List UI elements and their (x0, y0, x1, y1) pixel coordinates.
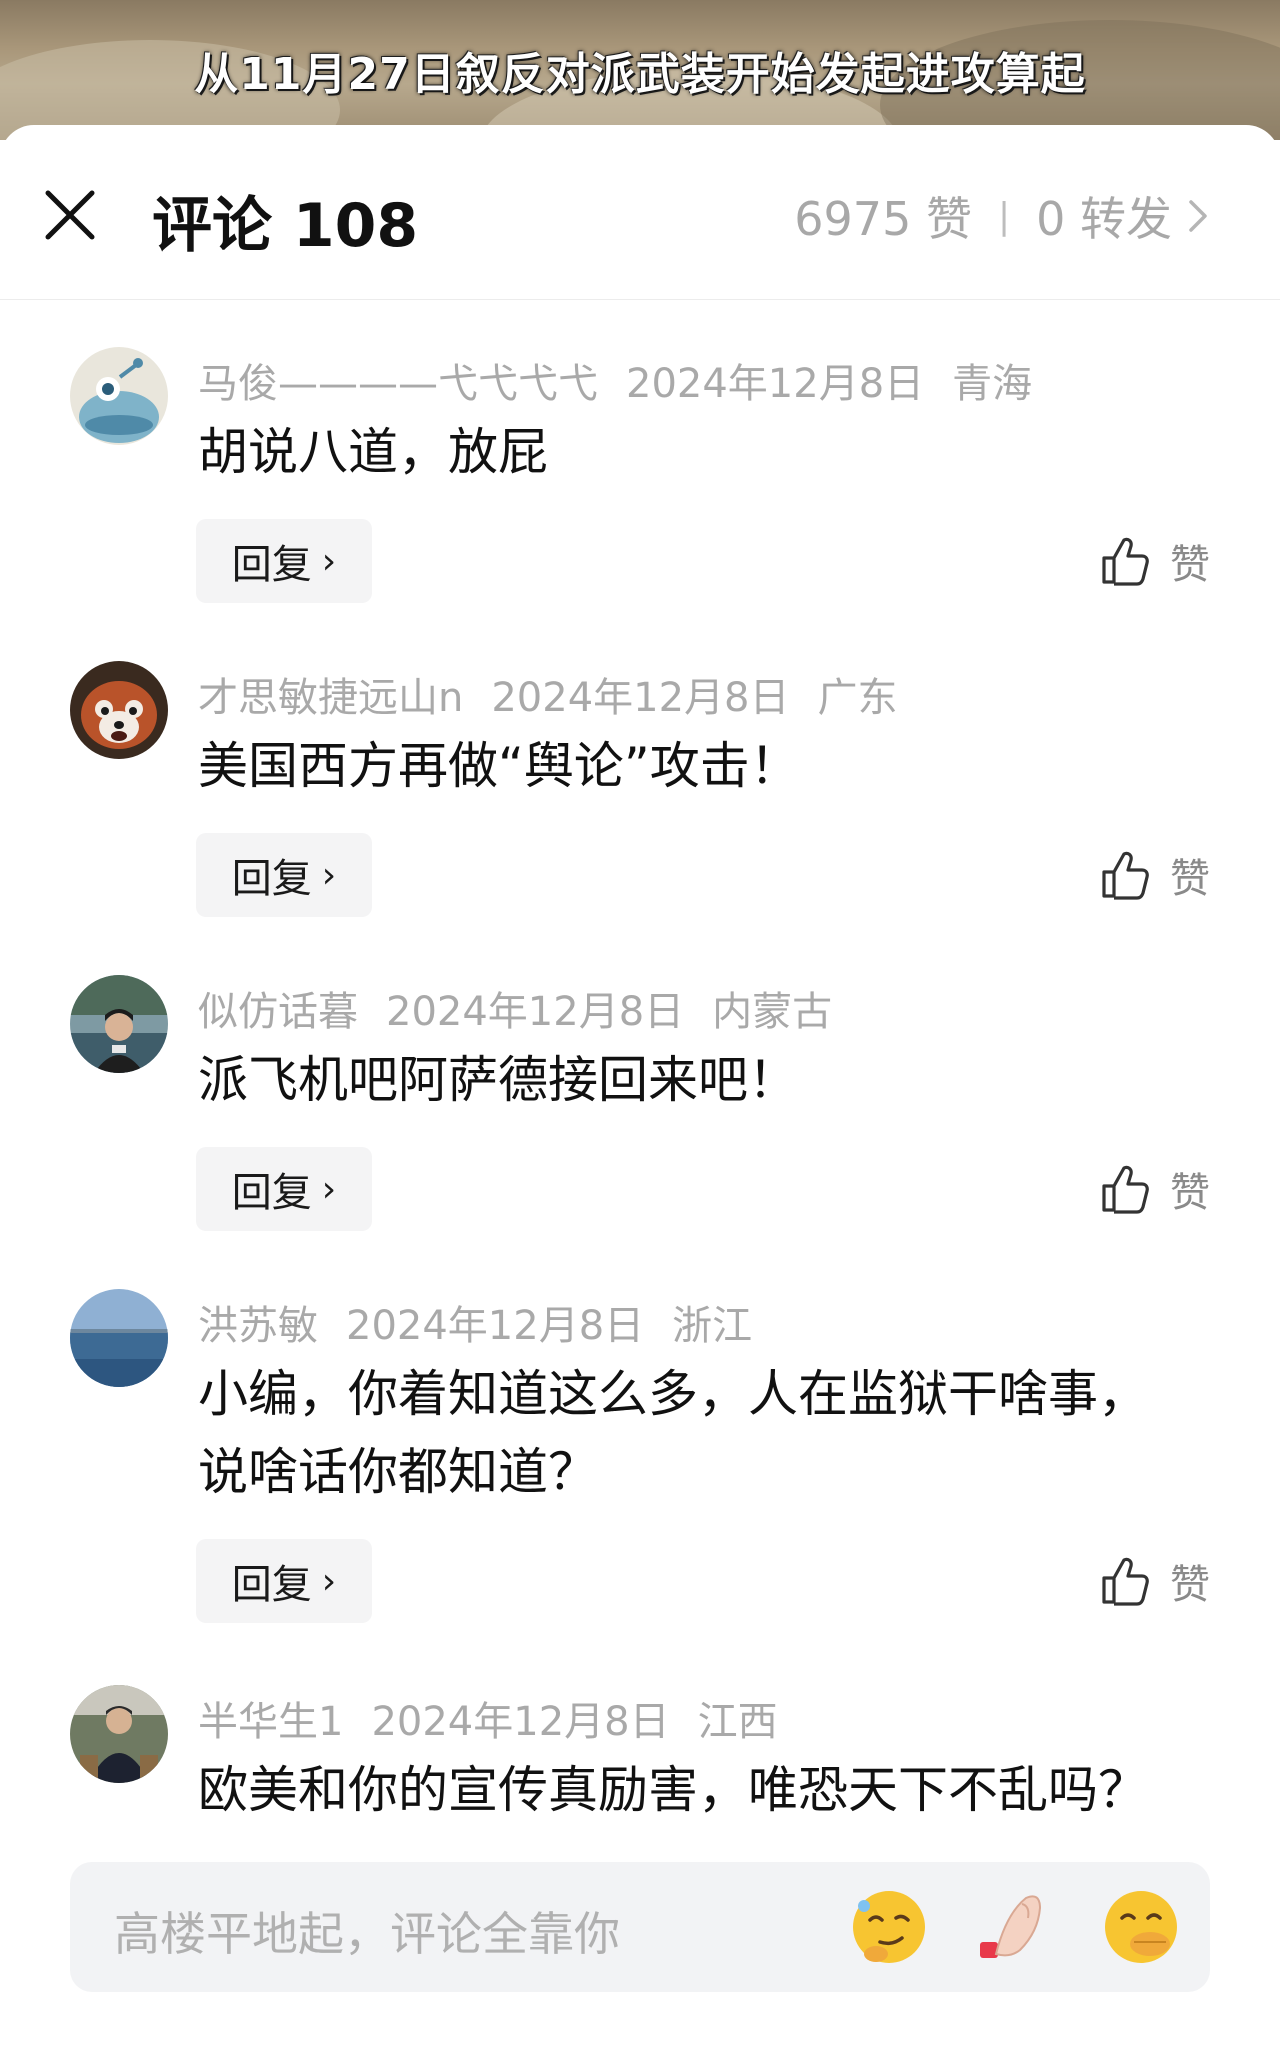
reply-label: 回复 (231, 1562, 312, 1608)
chevron-right-icon: › (321, 1560, 337, 1602)
comment-meta: 马俊————弋弋弋弋 2024年12月8日 青海 (198, 351, 1060, 409)
comment-date: 2024年12月8日 (386, 989, 685, 1035)
avatar[interactable] (70, 661, 168, 759)
username[interactable]: 洪苏敏 (198, 1303, 318, 1349)
emoji-hand-over-mouth-button[interactable] (1098, 1884, 1184, 1970)
reply-label: 回复 (231, 856, 312, 902)
shares-count: 0 转发 (1036, 192, 1172, 246)
comment-text-line: 小编，你着知道这么多，人在监狱干啥事， (198, 1365, 1148, 1423)
username[interactable]: 半华生1 (198, 1699, 343, 1745)
comment-location: 江西 (697, 1699, 778, 1745)
like-button[interactable]: 赞 (1098, 833, 1210, 917)
video-preview[interactable]: 从11月27日叙反对派武装开始发起进攻算起 (0, 0, 1280, 140)
comment-input[interactable]: 高楼平地起，评论全靠你 (70, 1862, 1210, 1992)
stats-separator: | (997, 195, 1011, 237)
username[interactable]: 马俊————弋弋弋弋 (198, 361, 598, 407)
comment-text: 胡说八道，放屁 (198, 423, 548, 481)
video-subtitle: 从11月27日叙反对派武装开始发起进攻算起 (194, 49, 1086, 100)
comment-date: 2024年12月8日 (371, 1699, 670, 1745)
like-label: 赞 (1170, 1562, 1210, 1608)
thumbs-up-icon (1102, 1557, 1149, 1606)
comment-text: 欧美和你的宣传真励害，唯恐天下不乱吗？ (198, 1761, 1148, 1819)
comment-meta: 才思敏捷远山n 2024年12月8日 广东 (198, 665, 926, 723)
comment-date: 2024年12月8日 (626, 361, 925, 407)
reply-label: 回复 (231, 1170, 312, 1216)
like-button[interactable]: 赞 (1098, 1147, 1210, 1231)
chevron-right-icon: › (321, 1168, 337, 1210)
thumbs-up-icon (1102, 851, 1149, 900)
reply-button[interactable]: 回复 › (196, 1147, 372, 1231)
comment-input-placeholder: 高楼平地起，评论全靠你 (114, 1907, 620, 1961)
comment-date: 2024年12月8日 (491, 675, 790, 721)
like-label: 赞 (1170, 856, 1210, 902)
like-button[interactable]: 赞 (1098, 519, 1210, 603)
comment-location: 内蒙古 (712, 989, 833, 1035)
red-panda-avatar-icon (70, 661, 168, 759)
comments-header: 评论 108 6975 赞 | 0 转发 (0, 125, 1280, 300)
like-label: 赞 (1170, 542, 1210, 588)
reply-button[interactable]: 回复 › (196, 833, 372, 917)
reply-button[interactable]: 回复 › (196, 1539, 372, 1623)
comment-text: 小编，你着知道这么多，人在监狱干啥事， 说啥话你都知道？ (198, 1355, 1218, 1511)
pinched-fingers-emoji-icon (980, 1895, 1042, 1958)
person-photo-avatar-icon (70, 975, 168, 1073)
comment-text: 派飞机吧阿萨德接回来吧！ (198, 1051, 798, 1109)
comment-meta: 洪苏敏 2024年12月8日 浙江 (198, 1293, 780, 1351)
like-button[interactable]: 赞 (1098, 1539, 1210, 1623)
comment-location: 广东 (817, 675, 898, 721)
comment-meta: 半华生1 2024年12月8日 江西 (198, 1689, 806, 1747)
chevron-right-icon: › (321, 540, 337, 582)
chevron-right-icon (1189, 200, 1207, 232)
reply-label: 回复 (231, 542, 312, 588)
close-icon (45, 190, 95, 240)
reply-button[interactable]: 回复 › (196, 519, 372, 603)
blue-cartoon-avatar-icon (70, 347, 168, 445)
avatar[interactable] (70, 347, 168, 445)
comments-title: 评论 108 (152, 191, 419, 261)
thumbs-up-icon (1102, 1165, 1149, 1214)
chevron-right-icon: › (321, 854, 337, 896)
comment-date: 2024年12月8日 (346, 1303, 645, 1349)
hand-over-mouth-emoji-icon (1105, 1891, 1177, 1963)
username[interactable]: 似仿话暮 (198, 989, 358, 1035)
close-button[interactable] (40, 185, 100, 245)
comment-location: 浙江 (672, 1303, 753, 1349)
thinking-smirk-emoji-icon (853, 1891, 925, 1963)
comments-sheet: 评论 108 6975 赞 | 0 转发 马俊————弋弋弋弋 2024年12月8… (0, 125, 1280, 2065)
avatar[interactable] (70, 1685, 168, 1783)
thumbs-up-icon (1102, 537, 1149, 586)
avatar[interactable] (70, 1289, 168, 1387)
comment-meta: 似仿话暮 2024年12月8日 内蒙古 (198, 979, 860, 1037)
sea-landscape-avatar-icon (70, 1289, 168, 1387)
comment-text-line: 说啥话你都知道？ (198, 1443, 598, 1501)
username[interactable]: 才思敏捷远山n (198, 675, 463, 721)
like-label: 赞 (1170, 1170, 1210, 1216)
comment-text: 美国西方再做“舆论”攻击！ (198, 737, 800, 795)
likes-count: 6975 赞 (794, 192, 972, 246)
emoji-thinking-smirk-button[interactable] (846, 1884, 932, 1970)
stats-link[interactable]: 6975 赞 | 0 转发 (794, 183, 1210, 249)
avatar[interactable] (70, 975, 168, 1073)
comment-location: 青海 (952, 361, 1033, 407)
seated-man-avatar-icon (70, 1685, 168, 1783)
emoji-pinched-fingers-button[interactable] (972, 1884, 1058, 1970)
